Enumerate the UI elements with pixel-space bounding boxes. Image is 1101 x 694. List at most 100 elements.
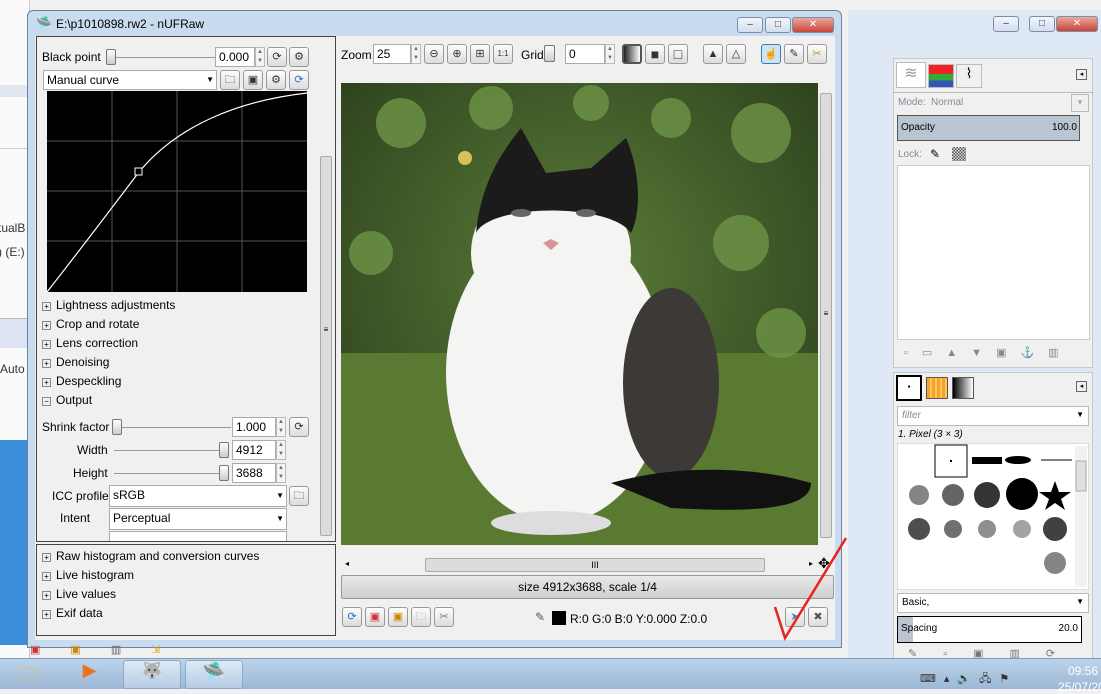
grid-input[interactable]: 0 [565, 44, 605, 64]
maximize-button[interactable]: □ [765, 17, 791, 33]
maximize-button[interactable]: □ [1029, 16, 1055, 32]
photo-preview[interactable] [341, 83, 818, 545]
image-vertical-scrollbar[interactable]: ≡ [818, 83, 834, 545]
width-spinner[interactable]: ▲ ▼ [276, 440, 286, 460]
overexposure-button[interactable]: △ [726, 44, 746, 64]
channels-tab[interactable] [928, 64, 954, 88]
zoom-spinner[interactable]: ▲ ▼ [411, 44, 421, 64]
curve-editor[interactable] [47, 91, 307, 292]
dock-menu-icon[interactable]: ◂ [1076, 69, 1087, 80]
zoom-input[interactable]: 25 [373, 44, 411, 64]
zoom-100-button[interactable]: 1:1 [493, 44, 513, 64]
display-white-button[interactable]: □ [668, 44, 688, 64]
taskbar-media-player[interactable]: ▶ [62, 660, 117, 689]
minimize-button[interactable]: – [737, 17, 763, 33]
expander-lens-correction[interactable]: + Lens correction [42, 334, 175, 353]
save-curve-button[interactable]: ▣ [243, 70, 263, 90]
image-horizontal-scrollbar[interactable]: ◂ III ▸ [341, 557, 818, 573]
save-as-button[interactable]: ▣ [388, 607, 408, 627]
curve-options-button[interactable]: ⚙ [266, 70, 286, 90]
taskbar-gimp[interactable]: 🐺 [123, 660, 181, 689]
dock-menu-icon[interactable]: ◂ [1076, 381, 1087, 392]
save-button[interactable]: ▣ [365, 607, 385, 627]
clock-time[interactable]: 09:56 [1068, 664, 1098, 678]
expander-live-histogram[interactable]: + Live histogram [42, 566, 330, 585]
zoom-in-button[interactable]: ⊕ [447, 44, 467, 64]
curve-anchor[interactable] [134, 167, 143, 176]
gradients-tab[interactable] [952, 377, 974, 399]
expander-live-values[interactable]: + Live values [42, 585, 330, 604]
zoom-out-button[interactable]: ⊖ [424, 44, 444, 64]
expander-lightness[interactable]: + Lightness adjustments [42, 296, 175, 315]
shrink-factor-slider[interactable] [112, 419, 122, 435]
black-point-slider[interactable] [106, 49, 116, 65]
open-curve-button[interactable]: 🗀 [220, 70, 240, 90]
filter-input[interactable]: filter ▼ [897, 406, 1089, 426]
left-panel: Black point 0.000 ▲ ▼ ⟳ ⚙ Manual curve ▼ 🗀… [36, 36, 336, 542]
opacity-value: 100.0 [1051, 122, 1077, 133]
close-button[interactable]: ✕ [792, 17, 834, 33]
taskbar-nufraw[interactable]: 🛸 [185, 660, 243, 689]
patterns-tab[interactable] [926, 377, 948, 399]
auto-black-point-button[interactable]: ⚙ [289, 47, 309, 67]
underexposure-button[interactable]: ▲ [703, 44, 723, 64]
height-spinner[interactable]: ▲ ▼ [276, 463, 286, 483]
filter-placeholder: filter [902, 410, 921, 421]
layer-actions-icons[interactable]: ▫▭▲▼▣⚓▥ [904, 346, 1073, 359]
reset-shrink-button[interactable]: ⟳ [289, 417, 309, 437]
reset-black-point-button[interactable]: ⟳ [267, 47, 287, 67]
width-label: Width [77, 443, 108, 457]
intent-select[interactable]: Perceptual ▼ [109, 508, 287, 530]
mode-value[interactable]: Normal [931, 97, 963, 108]
expander-output[interactable]: − Output [42, 391, 175, 410]
shrink-factor-spinner[interactable]: ▲ ▼ [276, 417, 286, 437]
layers-tab[interactable]: ≋ [896, 62, 926, 88]
expander-crop-rotate[interactable]: + Crop and rotate [42, 315, 175, 334]
display-black-button[interactable]: ■ [645, 44, 665, 64]
spacing-slider[interactable]: Spacing 20.0 [897, 616, 1082, 643]
reset-button[interactable]: ⟳ [342, 607, 362, 627]
opacity-slider[interactable]: Opacity 100.0 [897, 115, 1080, 141]
width-slider[interactable] [219, 442, 229, 458]
brush-set-select[interactable]: Basic, ▼ [897, 593, 1089, 613]
expander-raw-histogram[interactable]: + Raw histogram and conversion curves [42, 547, 330, 566]
width-input[interactable]: 4912 [232, 440, 276, 460]
height-input[interactable]: 3688 [232, 463, 276, 483]
lock-alpha-icon[interactable] [952, 147, 966, 161]
brushes-tab[interactable]: ▪ [896, 375, 922, 401]
icc-profile-select[interactable]: sRGB ▼ [109, 485, 287, 507]
expander-exif-data[interactable]: + Exif data [42, 604, 330, 623]
grid-slider[interactable] [544, 45, 555, 62]
left-panel-scrollbar[interactable]: ≡ [318, 40, 334, 540]
brush-grid[interactable] [897, 443, 1089, 590]
crop-tool-button[interactable]: ✂ [807, 44, 827, 64]
open-button[interactable]: 🗀 [411, 607, 431, 627]
black-point-input[interactable]: 0.000 [215, 47, 255, 67]
layers-list[interactable] [897, 165, 1090, 340]
black-point-spinner[interactable]: ▲ ▼ [255, 47, 265, 67]
open-icc-button[interactable]: 🗀 [289, 486, 309, 506]
minimize-button[interactable]: – [993, 16, 1019, 32]
shrink-factor-input[interactable]: 1.000 [232, 417, 276, 437]
taskbar-explorer[interactable]: 🗀 [2, 660, 57, 689]
reset-curve-button[interactable]: ⟳ [289, 70, 309, 90]
background-text: Auto [0, 362, 25, 376]
height-slider[interactable] [219, 465, 229, 481]
options-button[interactable]: ✂ [434, 607, 454, 627]
zoom-fit-button[interactable]: ⊞ [470, 44, 490, 64]
expander-denoising[interactable]: + Denoising [42, 353, 175, 372]
image-size-text: size 4912x3688, scale 1/4 [518, 580, 657, 594]
pointer-tool-button[interactable]: ☝ [761, 44, 781, 64]
shrink-factor-label: Shrink factor [42, 420, 110, 434]
display-gradient-button[interactable] [622, 44, 642, 64]
clock-date[interactable]: 25/07/20 [1058, 680, 1101, 694]
icc-profile-label: ICC profile [52, 489, 109, 503]
color-picker-button[interactable]: ✎ [784, 44, 804, 64]
lock-pixels-icon[interactable]: ✎ [930, 147, 940, 161]
grid-spinner[interactable]: ▲ ▼ [605, 44, 615, 64]
curve-select[interactable]: Manual curve ▼ [43, 70, 217, 90]
expander-despeckling[interactable]: + Despeckling [42, 372, 175, 391]
paths-tab[interactable]: ⌇ [956, 64, 982, 88]
system-tray-icons[interactable]: ⌨▴🔊🖧⚑ [920, 670, 1017, 689]
close-button[interactable]: ✕ [1056, 16, 1098, 32]
